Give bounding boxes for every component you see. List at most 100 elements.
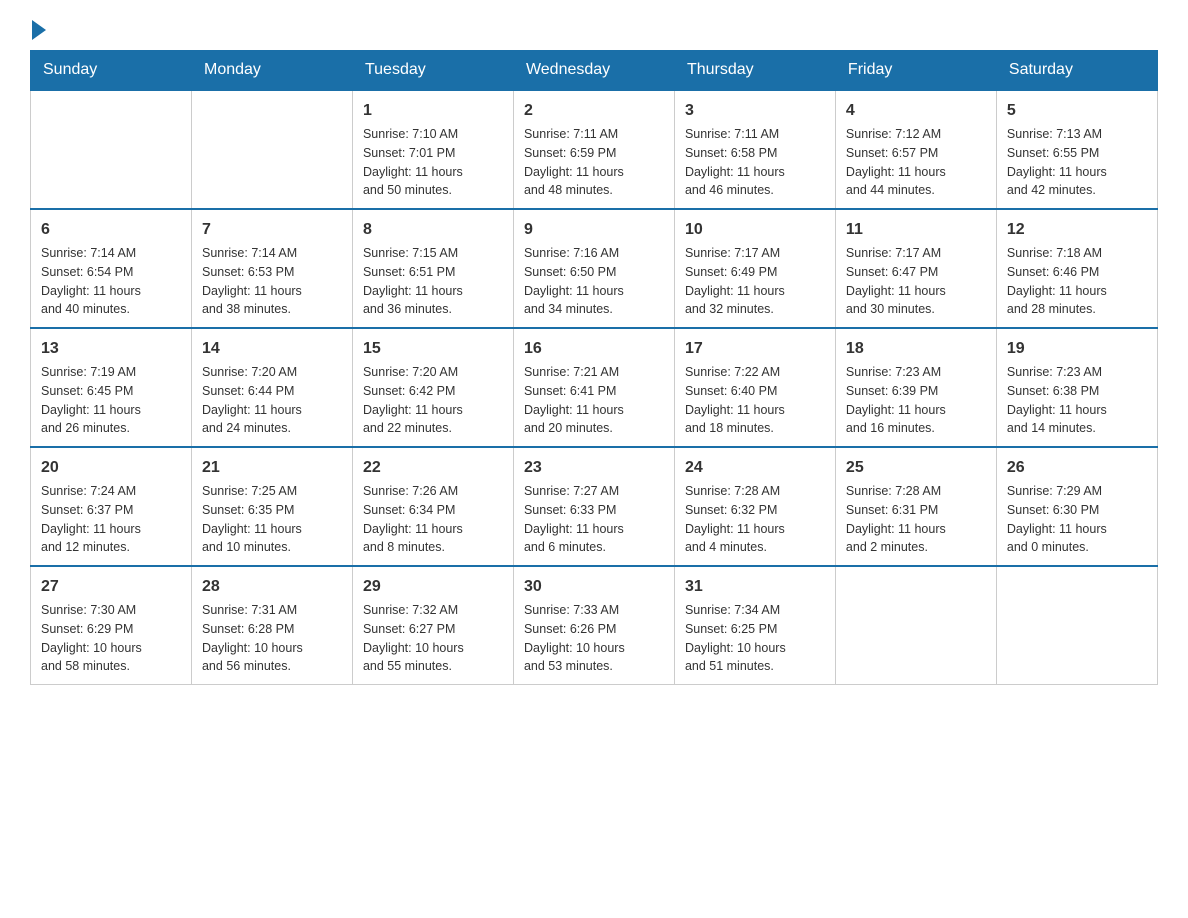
day-number: 21: [202, 456, 342, 480]
calendar-cell: 13Sunrise: 7:19 AM Sunset: 6:45 PM Dayli…: [31, 328, 192, 447]
calendar-cell: 9Sunrise: 7:16 AM Sunset: 6:50 PM Daylig…: [513, 209, 674, 328]
calendar-cell: 14Sunrise: 7:20 AM Sunset: 6:44 PM Dayli…: [191, 328, 352, 447]
calendar-cell: [996, 566, 1157, 685]
weekday-header-row: SundayMondayTuesdayWednesdayThursdayFrid…: [31, 51, 1158, 91]
logo-arrow-icon: [32, 20, 46, 40]
day-info: Sunrise: 7:28 AM Sunset: 6:31 PM Dayligh…: [846, 482, 986, 557]
calendar-cell: 18Sunrise: 7:23 AM Sunset: 6:39 PM Dayli…: [835, 328, 996, 447]
day-info: Sunrise: 7:21 AM Sunset: 6:41 PM Dayligh…: [524, 363, 664, 438]
day-info: Sunrise: 7:31 AM Sunset: 6:28 PM Dayligh…: [202, 601, 342, 676]
day-number: 8: [363, 218, 503, 242]
day-info: Sunrise: 7:17 AM Sunset: 6:49 PM Dayligh…: [685, 244, 825, 319]
day-info: Sunrise: 7:16 AM Sunset: 6:50 PM Dayligh…: [524, 244, 664, 319]
day-info: Sunrise: 7:28 AM Sunset: 6:32 PM Dayligh…: [685, 482, 825, 557]
calendar-cell: 20Sunrise: 7:24 AM Sunset: 6:37 PM Dayli…: [31, 447, 192, 566]
calendar-cell: 15Sunrise: 7:20 AM Sunset: 6:42 PM Dayli…: [352, 328, 513, 447]
day-info: Sunrise: 7:25 AM Sunset: 6:35 PM Dayligh…: [202, 482, 342, 557]
day-number: 28: [202, 575, 342, 599]
calendar-cell: 31Sunrise: 7:34 AM Sunset: 6:25 PM Dayli…: [674, 566, 835, 685]
day-number: 4: [846, 99, 986, 123]
day-number: 11: [846, 218, 986, 242]
day-number: 15: [363, 337, 503, 361]
weekday-header-monday: Monday: [191, 51, 352, 91]
day-info: Sunrise: 7:14 AM Sunset: 6:54 PM Dayligh…: [41, 244, 181, 319]
calendar-table: SundayMondayTuesdayWednesdayThursdayFrid…: [30, 50, 1158, 685]
page-header: [30, 20, 1158, 40]
calendar-cell: 7Sunrise: 7:14 AM Sunset: 6:53 PM Daylig…: [191, 209, 352, 328]
day-number: 31: [685, 575, 825, 599]
day-info: Sunrise: 7:24 AM Sunset: 6:37 PM Dayligh…: [41, 482, 181, 557]
day-info: Sunrise: 7:14 AM Sunset: 6:53 PM Dayligh…: [202, 244, 342, 319]
day-number: 19: [1007, 337, 1147, 361]
calendar-cell: 30Sunrise: 7:33 AM Sunset: 6:26 PM Dayli…: [513, 566, 674, 685]
weekday-header-wednesday: Wednesday: [513, 51, 674, 91]
weekday-header-thursday: Thursday: [674, 51, 835, 91]
day-number: 10: [685, 218, 825, 242]
day-number: 3: [685, 99, 825, 123]
calendar-cell: 3Sunrise: 7:11 AM Sunset: 6:58 PM Daylig…: [674, 90, 835, 209]
day-number: 18: [846, 337, 986, 361]
day-info: Sunrise: 7:23 AM Sunset: 6:39 PM Dayligh…: [846, 363, 986, 438]
calendar-cell: 23Sunrise: 7:27 AM Sunset: 6:33 PM Dayli…: [513, 447, 674, 566]
day-info: Sunrise: 7:27 AM Sunset: 6:33 PM Dayligh…: [524, 482, 664, 557]
calendar-cell: 6Sunrise: 7:14 AM Sunset: 6:54 PM Daylig…: [31, 209, 192, 328]
calendar-cell: 10Sunrise: 7:17 AM Sunset: 6:49 PM Dayli…: [674, 209, 835, 328]
weekday-header-sunday: Sunday: [31, 51, 192, 91]
calendar-cell: 27Sunrise: 7:30 AM Sunset: 6:29 PM Dayli…: [31, 566, 192, 685]
calendar-cell: 8Sunrise: 7:15 AM Sunset: 6:51 PM Daylig…: [352, 209, 513, 328]
calendar-week-row: 27Sunrise: 7:30 AM Sunset: 6:29 PM Dayli…: [31, 566, 1158, 685]
calendar-cell: 17Sunrise: 7:22 AM Sunset: 6:40 PM Dayli…: [674, 328, 835, 447]
weekday-header-tuesday: Tuesday: [352, 51, 513, 91]
day-number: 29: [363, 575, 503, 599]
day-number: 24: [685, 456, 825, 480]
weekday-header-friday: Friday: [835, 51, 996, 91]
day-number: 13: [41, 337, 181, 361]
day-number: 22: [363, 456, 503, 480]
day-number: 20: [41, 456, 181, 480]
calendar-cell: 19Sunrise: 7:23 AM Sunset: 6:38 PM Dayli…: [996, 328, 1157, 447]
day-info: Sunrise: 7:10 AM Sunset: 7:01 PM Dayligh…: [363, 125, 503, 200]
day-number: 7: [202, 218, 342, 242]
day-number: 26: [1007, 456, 1147, 480]
day-number: 16: [524, 337, 664, 361]
day-info: Sunrise: 7:30 AM Sunset: 6:29 PM Dayligh…: [41, 601, 181, 676]
day-number: 14: [202, 337, 342, 361]
day-info: Sunrise: 7:33 AM Sunset: 6:26 PM Dayligh…: [524, 601, 664, 676]
calendar-cell: 29Sunrise: 7:32 AM Sunset: 6:27 PM Dayli…: [352, 566, 513, 685]
day-number: 27: [41, 575, 181, 599]
day-info: Sunrise: 7:26 AM Sunset: 6:34 PM Dayligh…: [363, 482, 503, 557]
day-info: Sunrise: 7:17 AM Sunset: 6:47 PM Dayligh…: [846, 244, 986, 319]
day-info: Sunrise: 7:23 AM Sunset: 6:38 PM Dayligh…: [1007, 363, 1147, 438]
day-info: Sunrise: 7:18 AM Sunset: 6:46 PM Dayligh…: [1007, 244, 1147, 319]
calendar-cell: 24Sunrise: 7:28 AM Sunset: 6:32 PM Dayli…: [674, 447, 835, 566]
day-info: Sunrise: 7:34 AM Sunset: 6:25 PM Dayligh…: [685, 601, 825, 676]
day-number: 2: [524, 99, 664, 123]
day-info: Sunrise: 7:11 AM Sunset: 6:58 PM Dayligh…: [685, 125, 825, 200]
day-info: Sunrise: 7:11 AM Sunset: 6:59 PM Dayligh…: [524, 125, 664, 200]
day-number: 6: [41, 218, 181, 242]
weekday-header-saturday: Saturday: [996, 51, 1157, 91]
day-number: 23: [524, 456, 664, 480]
day-info: Sunrise: 7:15 AM Sunset: 6:51 PM Dayligh…: [363, 244, 503, 319]
day-info: Sunrise: 7:13 AM Sunset: 6:55 PM Dayligh…: [1007, 125, 1147, 200]
day-info: Sunrise: 7:19 AM Sunset: 6:45 PM Dayligh…: [41, 363, 181, 438]
calendar-cell: 4Sunrise: 7:12 AM Sunset: 6:57 PM Daylig…: [835, 90, 996, 209]
calendar-cell: [31, 90, 192, 209]
calendar-cell: 5Sunrise: 7:13 AM Sunset: 6:55 PM Daylig…: [996, 90, 1157, 209]
calendar-cell: 26Sunrise: 7:29 AM Sunset: 6:30 PM Dayli…: [996, 447, 1157, 566]
day-info: Sunrise: 7:22 AM Sunset: 6:40 PM Dayligh…: [685, 363, 825, 438]
calendar-week-row: 13Sunrise: 7:19 AM Sunset: 6:45 PM Dayli…: [31, 328, 1158, 447]
day-info: Sunrise: 7:20 AM Sunset: 6:44 PM Dayligh…: [202, 363, 342, 438]
day-number: 17: [685, 337, 825, 361]
day-info: Sunrise: 7:29 AM Sunset: 6:30 PM Dayligh…: [1007, 482, 1147, 557]
day-info: Sunrise: 7:12 AM Sunset: 6:57 PM Dayligh…: [846, 125, 986, 200]
calendar-week-row: 6Sunrise: 7:14 AM Sunset: 6:54 PM Daylig…: [31, 209, 1158, 328]
day-number: 9: [524, 218, 664, 242]
calendar-cell: 25Sunrise: 7:28 AM Sunset: 6:31 PM Dayli…: [835, 447, 996, 566]
calendar-cell: 16Sunrise: 7:21 AM Sunset: 6:41 PM Dayli…: [513, 328, 674, 447]
day-number: 25: [846, 456, 986, 480]
calendar-cell: 22Sunrise: 7:26 AM Sunset: 6:34 PM Dayli…: [352, 447, 513, 566]
calendar-week-row: 1Sunrise: 7:10 AM Sunset: 7:01 PM Daylig…: [31, 90, 1158, 209]
day-number: 12: [1007, 218, 1147, 242]
calendar-cell: [835, 566, 996, 685]
